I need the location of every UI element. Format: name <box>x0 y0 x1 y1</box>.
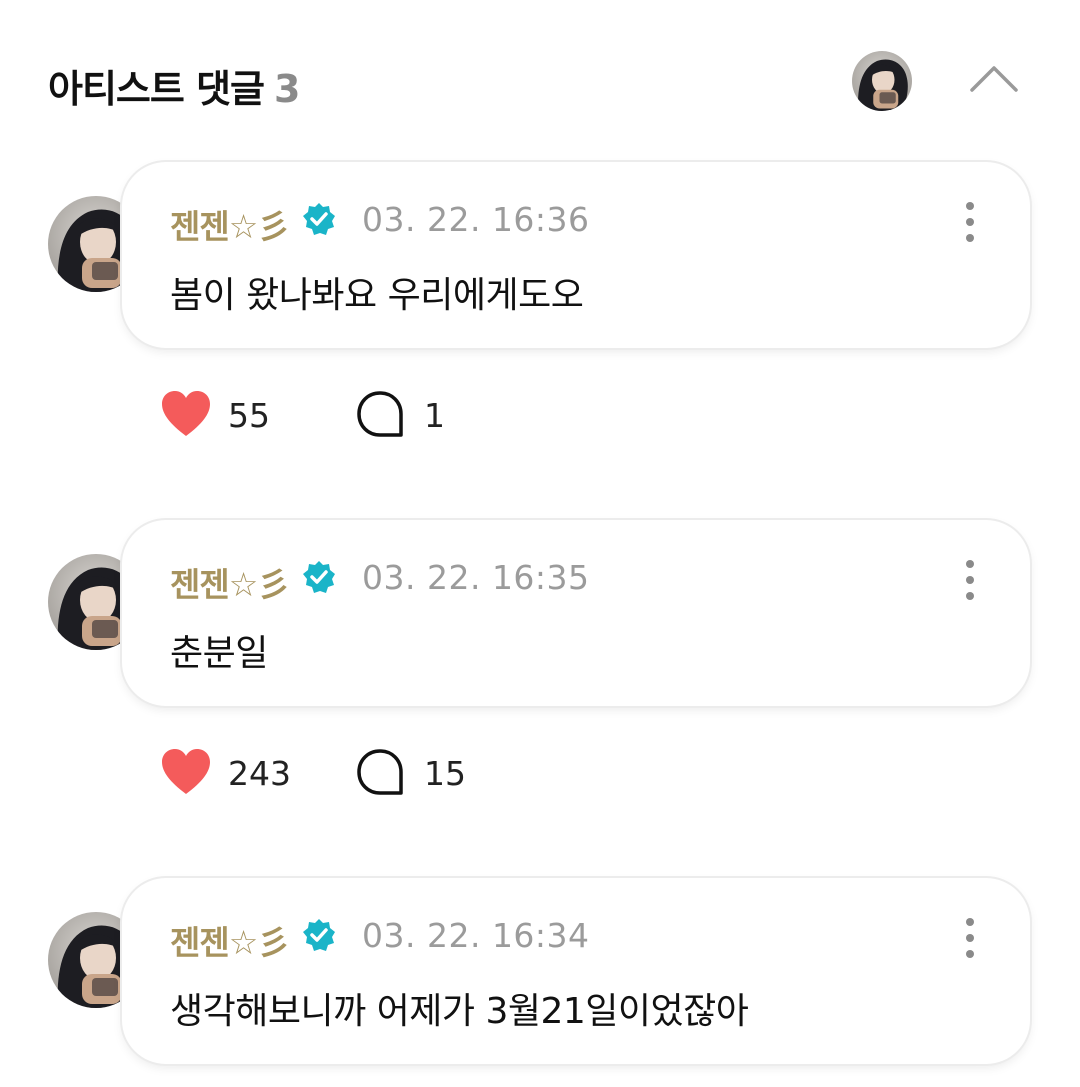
reply-count: 1 <box>424 396 445 435</box>
comment-bubble: 젠젠☆彡 03. 22. 16:35 춘분일 <box>122 520 1030 706</box>
comment-actions: 243 15 <box>160 744 860 800</box>
like-count: 55 <box>228 396 270 435</box>
comment-time: 03. 22. 16:35 <box>362 558 590 597</box>
comment-text: 춘분일 <box>170 633 268 674</box>
comment-time: 03. 22. 16:36 <box>362 200 590 239</box>
author-name[interactable]: 젠젠☆彡 <box>170 916 290 964</box>
speech-bubble-icon[interactable] <box>356 390 404 438</box>
more-vertical-icon[interactable] <box>958 200 982 244</box>
heart-icon[interactable] <box>160 390 212 438</box>
chevron-up-icon[interactable] <box>966 58 1022 98</box>
author-name[interactable]: 젠젠☆彡 <box>170 558 290 606</box>
section-title: 아티스트 댓글 3 <box>48 58 300 113</box>
more-vertical-icon[interactable] <box>958 916 982 960</box>
comment-text: 봄이 왔나봐요 우리에게도오 <box>170 275 584 316</box>
verified-badge-icon <box>303 561 335 593</box>
reply-count: 15 <box>424 754 466 793</box>
comment-bubble: 젠젠☆彡 03. 22. 16:36 봄이 왔나봐요 우리에게도오 <box>122 162 1030 348</box>
comment-bubble: 젠젠☆彡 03. 22. 16:34 생각해보니까 어제가 3월21일이었잖아 <box>122 878 1030 1064</box>
heart-icon[interactable] <box>160 748 212 796</box>
more-vertical-icon[interactable] <box>958 558 982 602</box>
author-name[interactable]: 젠젠☆彡 <box>170 200 290 248</box>
artist-comments-header: 아티스트 댓글 3 <box>0 0 1080 160</box>
speech-bubble-icon[interactable] <box>356 748 404 796</box>
artist-avatar[interactable] <box>852 51 912 111</box>
comment-actions: 55 1 <box>160 386 860 442</box>
verified-badge-icon <box>303 919 335 951</box>
section-title-label: 아티스트 댓글 <box>48 67 265 111</box>
comment-text: 생각해보니까 어제가 3월21일이었잖아 <box>170 991 749 1032</box>
comment-count: 3 <box>274 67 300 111</box>
comment-time: 03. 22. 16:34 <box>362 916 590 955</box>
verified-badge-icon <box>303 203 335 235</box>
like-count: 243 <box>228 754 291 793</box>
